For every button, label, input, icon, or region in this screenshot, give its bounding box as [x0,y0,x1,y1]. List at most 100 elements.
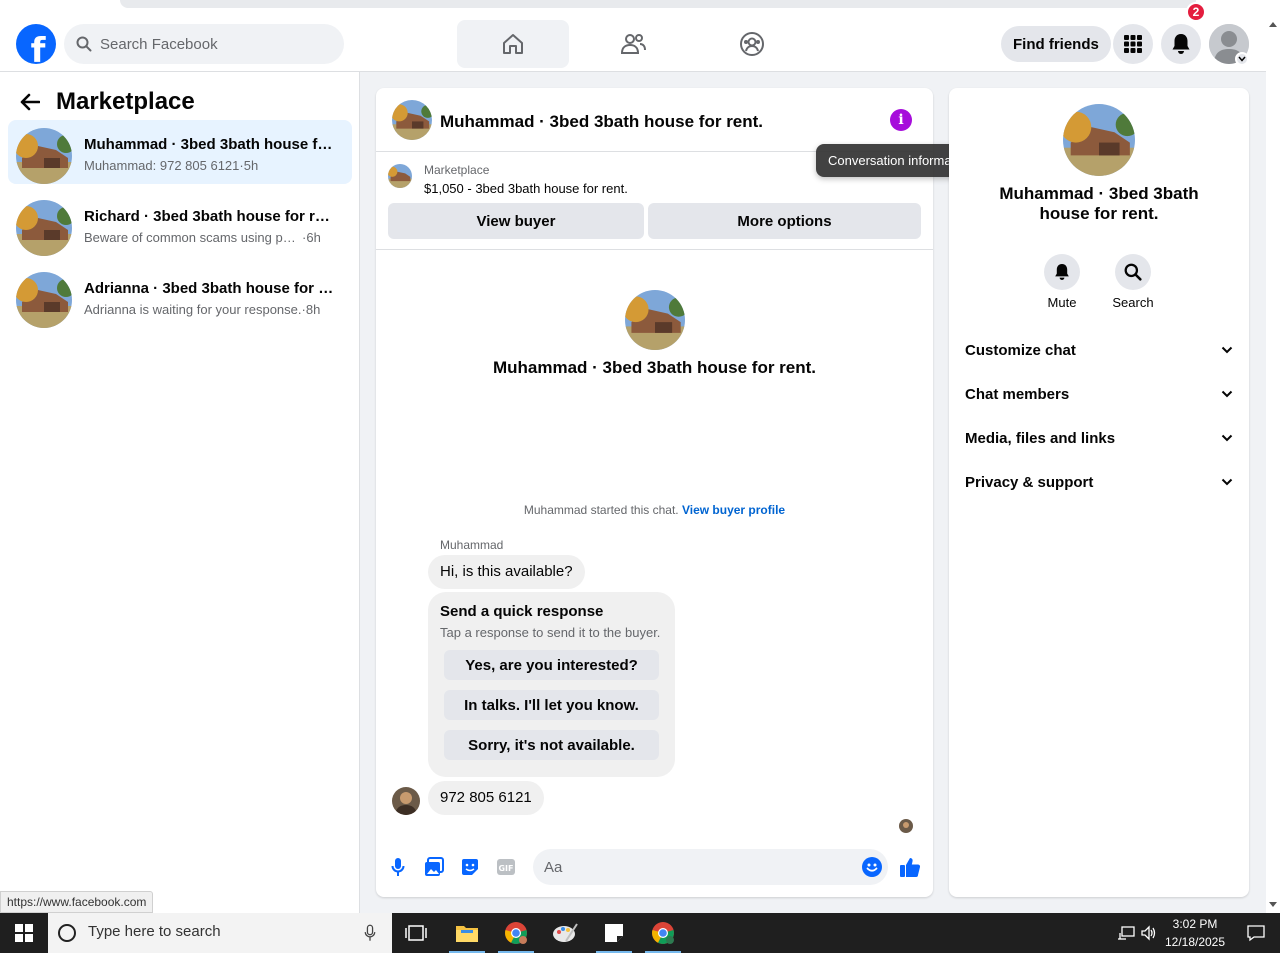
message-composer: GIF [376,845,933,889]
media-files-links-section[interactable]: Media, files and links [949,416,1249,460]
photo-icon[interactable] [422,855,446,879]
chevron-down-icon [1221,390,1233,398]
svg-text:GIF: GIF [498,864,513,873]
chrome-app-profile-2[interactable] [639,913,687,953]
address-bar[interactable] [120,0,1196,8]
chat-title[interactable]: Muhammad · 3bed 3bath house for rent. [440,112,763,132]
chat-members-section[interactable]: Chat members [949,372,1249,416]
notification-center-icon [1247,925,1265,942]
chat-panel: Muhammad · 3bed 3bath house for rent. i … [376,88,933,897]
find-friends-button[interactable]: Find friends [1001,26,1111,62]
quick-reply-button[interactable]: In talks. I'll let you know. [444,690,659,720]
view-buyer-profile-link[interactable]: View buyer profile [682,503,785,517]
conversation-info-panel: Muhammad · 3bed 3bath house for rent. Mu… [949,88,1249,897]
page-scrollbar[interactable] [1266,16,1280,913]
emoji-icon[interactable] [862,857,882,877]
sticker-icon[interactable] [458,855,482,879]
chrome-icon [505,922,527,944]
house-thumbnail [16,200,72,256]
intro-thumbnail [625,290,685,350]
house-thumbnail [16,272,72,328]
facebook-logo[interactable]: f [16,24,56,64]
bell-icon [1055,264,1069,280]
search-label: Search [1112,295,1154,310]
network-icon[interactable] [1117,925,1135,941]
menu-button[interactable] [1113,24,1153,64]
quick-response-title: Send a quick response [440,603,604,620]
gif-icon[interactable]: GIF [494,855,518,879]
tab-friends[interactable] [577,20,689,68]
sticky-notes-app[interactable] [590,913,638,953]
more-options-button[interactable]: More options [648,203,921,239]
groups-icon [740,32,764,56]
search-box[interactable] [64,24,344,64]
paint-app[interactable] [541,913,589,953]
cortana-circle-icon [58,924,76,942]
mute-button[interactable] [1044,254,1080,290]
conversation-time: 8h [305,302,321,317]
chat-header-thumbnail[interactable] [392,100,432,140]
clock-date: 12/18/2025 [1164,935,1226,949]
taskbar-search-input[interactable] [88,923,358,940]
taskbar-search-box[interactable] [48,913,392,953]
mute-action[interactable]: Mute [1032,254,1092,310]
task-view-button[interactable] [392,913,440,953]
sender-avatar[interactable] [392,787,420,815]
customize-chat-section[interactable]: Customize chat [949,328,1249,372]
message-input[interactable] [544,849,844,885]
account-menu-caret[interactable] [1235,52,1249,66]
listing-thumbnail [388,164,412,188]
chevron-down-icon [1221,434,1233,442]
listing-title[interactable]: $1,050 - 3bed 3bath house for rent. [424,181,628,196]
tab-groups[interactable] [696,20,808,68]
conversation-item[interactable]: Richard · 3bed 3bath house for rent. Bew… [8,192,352,256]
conversation-item[interactable]: Adrianna · 3bed 3bath house for rent. Ad… [8,264,352,328]
conversation-subtitle: Muhammad: 972 805 6121 · 5h [84,158,258,173]
thumbs-up-icon[interactable] [898,855,922,879]
chevron-down-icon [1221,478,1233,486]
tab-home[interactable] [457,20,569,68]
notifications-button[interactable] [1161,24,1201,64]
quick-reply-button[interactable]: Sorry, it's not available. [444,730,659,760]
microphone-icon[interactable] [364,924,376,942]
section-label: Customize chat [965,341,1076,359]
sticky-note-icon [605,924,623,942]
message-bubble: Hi, is this available? [428,555,585,589]
search-action[interactable]: Search [1103,254,1163,310]
scroll-down-arrow-icon[interactable] [1269,902,1277,907]
grid-menu-icon [1124,35,1142,53]
back-arrow-icon[interactable] [20,93,40,111]
microphone-icon[interactable] [386,855,410,879]
section-label: Media, files and links [965,429,1116,447]
file-explorer-app[interactable] [443,913,491,953]
message-bubble: 972 805 6121 [428,781,544,815]
windows-taskbar: 3:02 PM 12/18/2025 [0,913,1280,953]
start-button[interactable] [0,913,48,953]
sender-name: Muhammad [440,538,504,552]
search-icon [1124,263,1142,281]
quick-response-card: Send a quick response Tap a response to … [428,592,675,777]
search-input[interactable] [100,35,320,53]
conversation-time: 5h [243,158,259,173]
taskbar-clock[interactable]: 3:02 PM 12/18/2025 [1160,915,1230,951]
action-center-button[interactable] [1232,913,1280,953]
chat-started-notice: Muhammad started this chat. View buyer p… [376,503,933,517]
chrome-app[interactable] [492,913,540,953]
system-tray [1117,913,1157,953]
conversation-item[interactable]: Muhammad · 3bed 3bath house for rent. Mu… [8,120,352,184]
privacy-support-section[interactable]: Privacy & support [949,460,1249,504]
notification-count-badge: 2 [1186,2,1206,22]
chevron-down-icon [1238,56,1246,62]
view-buyer-button[interactable]: View buyer [388,203,644,239]
seen-indicator-avatar [899,819,913,833]
volume-icon[interactable] [1141,925,1157,941]
section-label: Chat members [965,385,1070,403]
scroll-up-arrow-icon[interactable] [1269,22,1277,27]
info-icon[interactable]: i [890,109,912,131]
quick-reply-button[interactable]: Yes, are you interested? [444,650,659,680]
search-button[interactable] [1115,254,1151,290]
conversation-snippet: Beware of common scams using payment app… [84,230,302,245]
message-input-box[interactable] [533,849,888,885]
house-thumbnail [16,128,72,184]
home-icon [503,34,523,54]
